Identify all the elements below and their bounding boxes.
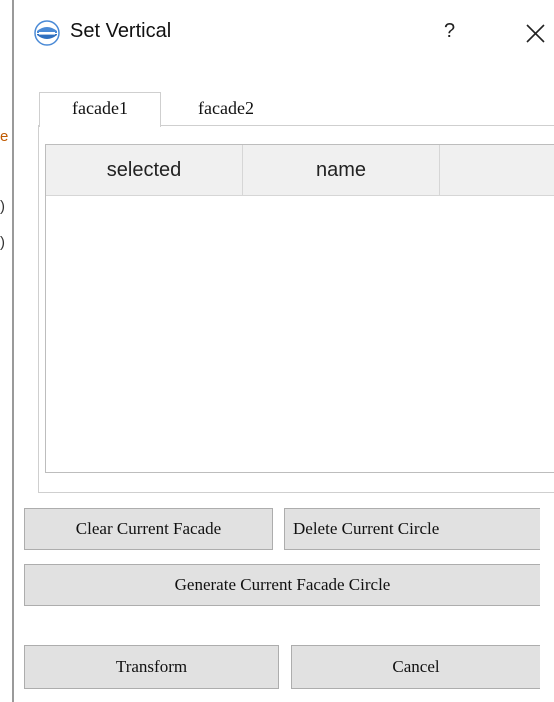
clear-current-facade-button[interactable]: Clear Current Facade bbox=[24, 508, 273, 550]
close-icon[interactable] bbox=[520, 16, 550, 46]
background-text-fragment: e bbox=[0, 128, 9, 145]
transform-button[interactable]: Transform bbox=[24, 645, 279, 689]
delete-current-circle-button[interactable]: Delete Current Circle bbox=[284, 508, 540, 550]
background-text-fragment: ) bbox=[0, 234, 5, 251]
dialog-title: Set Vertical bbox=[70, 20, 172, 42]
help-button[interactable]: ? bbox=[444, 20, 455, 43]
column-header-name[interactable]: name bbox=[243, 145, 440, 195]
tab-facade2[interactable]: facade2 bbox=[166, 95, 286, 123]
column-header-empty[interactable] bbox=[440, 145, 554, 195]
generate-current-facade-circle-button[interactable]: Generate Current Facade Circle bbox=[24, 564, 540, 606]
app-logo-icon bbox=[34, 20, 60, 46]
column-header-selected[interactable]: selected bbox=[46, 145, 243, 195]
background-text-fragment: ) bbox=[0, 198, 5, 215]
title-bar: Set Vertical ? bbox=[14, 0, 554, 70]
facade-table[interactable]: selected name bbox=[45, 144, 554, 473]
cancel-button[interactable]: Cancel bbox=[291, 645, 540, 689]
tab-facade1[interactable]: facade1 bbox=[39, 92, 161, 127]
table-header: selected name bbox=[46, 145, 554, 196]
